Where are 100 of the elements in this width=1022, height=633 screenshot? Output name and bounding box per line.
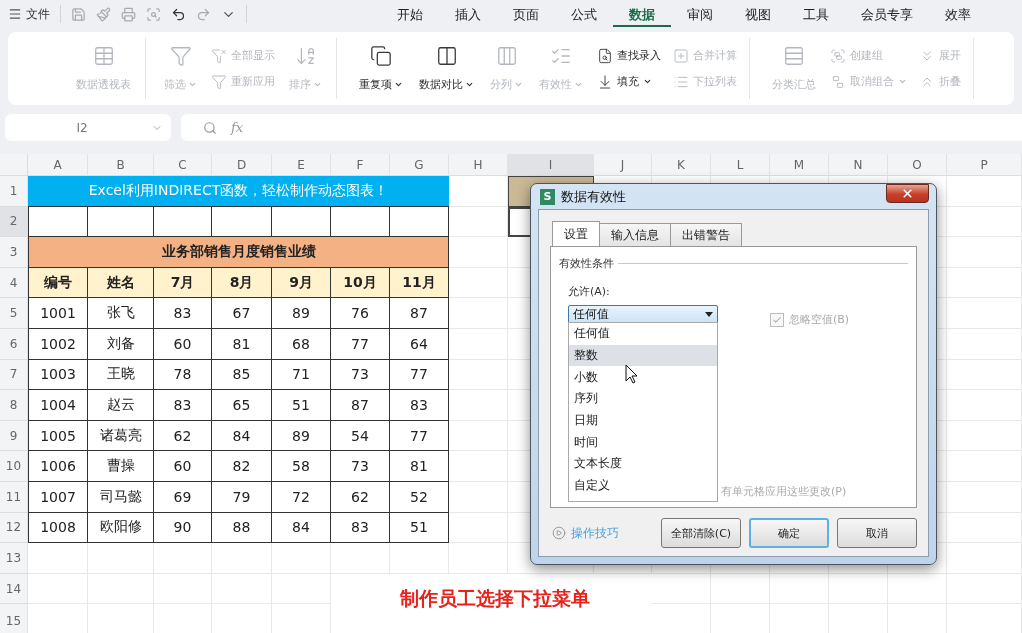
- row-header[interactable]: 10: [0, 451, 28, 482]
- ribbon-tab[interactable]: 公式: [555, 1, 613, 27]
- grid-cell[interactable]: [88, 206, 154, 238]
- ribbon-tab[interactable]: 开始: [381, 1, 439, 27]
- table-cell: 1002: [28, 328, 88, 360]
- grid-cell[interactable]: [154, 206, 212, 238]
- row-header[interactable]: 8: [0, 390, 28, 421]
- table-cell: 88: [212, 512, 272, 544]
- column-header[interactable]: G: [390, 154, 449, 176]
- grid-cell[interactable]: [272, 206, 331, 238]
- row-header[interactable]: 5: [0, 298, 28, 329]
- column-header[interactable]: F: [331, 154, 390, 176]
- table-cell: 79: [212, 481, 272, 513]
- row-header[interactable]: 13: [0, 543, 28, 574]
- column-header[interactable]: C: [154, 154, 212, 176]
- column-heading: 8月: [212, 267, 272, 299]
- printer-icon[interactable]: [121, 6, 136, 22]
- file-menu[interactable]: 文件: [26, 5, 50, 23]
- table-cell: 77: [390, 359, 449, 391]
- undo-icon[interactable]: [171, 6, 186, 22]
- ribbon-tab[interactable]: 视图: [729, 1, 787, 27]
- dropdown-option[interactable]: 时间: [569, 431, 717, 454]
- column-heading: 姓名: [88, 267, 154, 299]
- close-button[interactable]: [886, 184, 929, 203]
- column-header[interactable]: J: [594, 154, 652, 176]
- column-header[interactable]: B: [88, 154, 154, 176]
- dropdown-option[interactable]: 序列: [569, 388, 717, 410]
- dropdown-option[interactable]: 自定义: [569, 474, 717, 497]
- column-header[interactable]: K: [652, 154, 711, 176]
- dialog-tab[interactable]: 输入信息: [599, 223, 671, 247]
- ribbon-tab[interactable]: 审阅: [671, 1, 729, 27]
- table-cell: 69: [154, 481, 212, 513]
- row-header[interactable]: 3: [0, 237, 28, 268]
- row-header[interactable]: 15: [0, 604, 28, 633]
- grid-cell[interactable]: [331, 206, 390, 238]
- preview-icon[interactable]: [146, 6, 161, 22]
- caret-icon: [465, 80, 474, 89]
- plus-square-icon: [673, 47, 689, 64]
- save-icon[interactable]: [71, 6, 86, 22]
- row-header[interactable]: 1: [0, 176, 28, 207]
- table-cell: 77: [331, 328, 390, 360]
- menu-icon[interactable]: [8, 7, 22, 21]
- column-header[interactable]: E: [272, 154, 331, 176]
- ribbon-tab[interactable]: 数据: [613, 1, 671, 27]
- redo-icon[interactable]: [196, 6, 211, 22]
- column-header[interactable]: P: [947, 154, 1022, 176]
- column-header[interactable]: M: [770, 154, 829, 176]
- brush-icon[interactable]: [96, 6, 111, 22]
- dropdown-option[interactable]: 整数: [569, 344, 717, 367]
- dialog-button[interactable]: 确定: [749, 518, 829, 548]
- table-cell: 1005: [28, 420, 88, 452]
- table-cell: 84: [212, 420, 272, 452]
- column-header[interactable]: D: [212, 154, 272, 176]
- row-header[interactable]: 4: [0, 267, 28, 299]
- ribbon-button[interactable]: 填充: [595, 73, 663, 90]
- grid-cell[interactable]: [28, 206, 88, 238]
- dialog-button[interactable]: 全部清除(C): [661, 518, 741, 548]
- table-cell: 张飞: [88, 298, 154, 329]
- column-header[interactable]: I: [508, 154, 594, 176]
- row-header[interactable]: 14: [0, 573, 28, 605]
- ribbon-tab[interactable]: 插入: [439, 1, 497, 27]
- dialog-tab[interactable]: 设置: [552, 221, 600, 247]
- dropdown-option[interactable]: 任何值: [569, 323, 717, 345]
- table-cell: 87: [390, 298, 449, 329]
- table-cell: 54: [331, 420, 390, 452]
- ribbon-button[interactable]: 数据对比: [415, 43, 478, 94]
- ribbon-button[interactable]: 查找录入: [595, 47, 663, 64]
- name-box[interactable]: I2: [5, 114, 171, 141]
- dropdown-option[interactable]: 小数: [569, 366, 717, 389]
- table-cell: 刘备: [88, 328, 154, 360]
- ribbon-tab[interactable]: 效率: [929, 1, 987, 27]
- row-header[interactable]: 11: [0, 481, 28, 513]
- column-header[interactable]: N: [829, 154, 888, 176]
- column-header[interactable]: A: [28, 154, 88, 176]
- table-icon: [92, 45, 115, 67]
- formula-field[interactable]: fx: [181, 114, 1022, 141]
- column-header[interactable]: H: [449, 154, 508, 176]
- ribbon-tab[interactable]: 会员专享: [845, 1, 929, 27]
- caret-icon: [705, 312, 713, 317]
- ribbon-tab[interactable]: 页面: [497, 1, 555, 27]
- dialog-tab[interactable]: 出错警告: [670, 223, 742, 247]
- grid-cell[interactable]: [390, 206, 449, 238]
- column-header[interactable]: L: [711, 154, 770, 176]
- select-all-corner[interactable]: [0, 154, 28, 176]
- row-header[interactable]: 2: [0, 206, 28, 238]
- column-header[interactable]: O: [888, 154, 947, 176]
- dialog-title: 数据有效性: [561, 187, 626, 206]
- row-header[interactable]: 12: [0, 512, 28, 544]
- dropdown-option[interactable]: 日期: [569, 409, 717, 432]
- dropdown-option[interactable]: 文本长度: [569, 453, 717, 475]
- grid-cell[interactable]: [212, 206, 272, 238]
- ribbon-tab[interactable]: 工具: [787, 1, 845, 27]
- row-header[interactable]: 6: [0, 328, 28, 360]
- ribbon-button[interactable]: 重复项: [355, 43, 407, 94]
- dialog-button[interactable]: 取消: [837, 518, 917, 548]
- row-header[interactable]: 7: [0, 359, 28, 391]
- table-cell: 52: [390, 481, 449, 513]
- table-cell: 90: [154, 512, 212, 544]
- funnel-icon: [169, 45, 192, 67]
- row-header[interactable]: 9: [0, 420, 28, 452]
